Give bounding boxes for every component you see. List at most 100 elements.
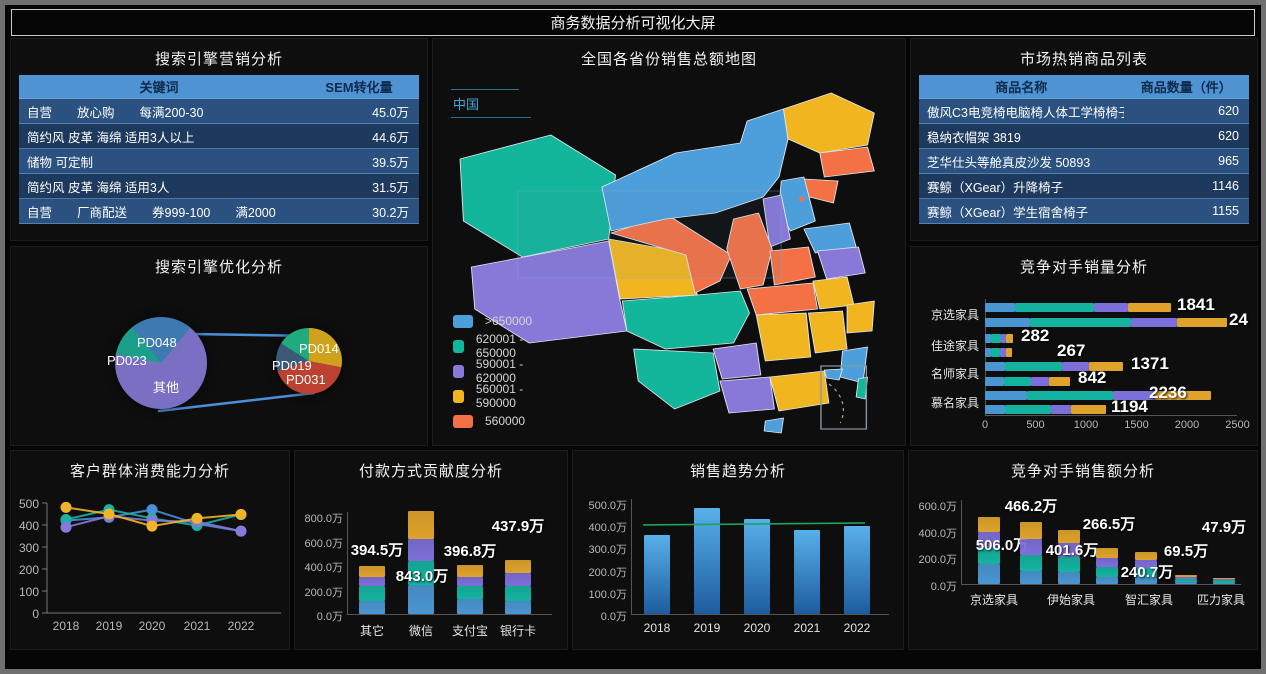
bar-segment — [1020, 522, 1042, 539]
axis-tick-label: 800.0万 — [297, 510, 343, 526]
row-key: 自营 放心购 每满200-30 — [19, 102, 299, 121]
table-header-row: 商品名称商品数量（件） — [919, 75, 1249, 99]
row-key: 赛鲸（XGear）学生宿舍椅子 — [919, 202, 1124, 221]
legend-swatch — [453, 390, 464, 403]
axis-tick-label: 2000 — [1171, 419, 1203, 431]
axis-tick-label: 400.0万 — [911, 525, 957, 541]
column-header: 商品数量（件） — [1124, 77, 1249, 96]
map-region[interactable] — [747, 283, 817, 315]
bar-segment — [457, 565, 483, 577]
bar-segment — [457, 599, 483, 614]
legend-item[interactable]: 620001 - 650000 — [453, 336, 525, 356]
bar-segment — [1000, 348, 1006, 357]
table-row: 芝华仕头等舱真皮沙发 50893965 — [919, 149, 1249, 174]
bar-segment — [1004, 377, 1031, 386]
seo-pie-chart: 其他PD023PD048PD014PD031PD019 — [11, 247, 427, 445]
row-value: 30.2万 — [299, 202, 419, 221]
bar-segment — [1094, 303, 1129, 312]
panel-title-hot: 市场热销商品列表 — [911, 39, 1257, 69]
row-value: 620 — [1124, 129, 1249, 143]
x-axis-label: 银行卡 — [483, 622, 553, 639]
x-axis-line — [347, 614, 552, 615]
axis-tick-label: 200.0万 — [297, 584, 343, 600]
map-region[interactable] — [634, 349, 720, 409]
bar-segment — [505, 573, 531, 586]
legend-label: 620001 - 650000 — [476, 332, 525, 360]
table-row: 简约风 皮革 海绵 适用3人以上44.6万 — [19, 124, 419, 149]
pie-slice-label: PD023 — [107, 353, 147, 368]
pie-slice-label: PD031 — [286, 372, 326, 387]
legend-label: 560001 - 590000 — [476, 382, 525, 410]
legend-item[interactable]: 560000 — [453, 411, 525, 431]
legend-swatch — [453, 340, 464, 353]
map-region[interactable] — [808, 311, 847, 353]
axis-tick-label: 0 — [11, 607, 39, 621]
map-region[interactable] — [847, 301, 874, 333]
bar-segment — [359, 586, 385, 601]
data-point — [61, 522, 72, 533]
row-key: 赛鲸（XGear）升降椅子 — [919, 177, 1124, 196]
axis-tick-label: 100 — [11, 585, 39, 599]
dashboard-frame: 商务数据分析可视化大屏 搜索引擎营销分析 关键词SEM转化量自营 放心购 每满2… — [0, 0, 1266, 674]
bar-segment — [978, 564, 1000, 584]
panel-sales-trend: 销售趋势分析 0.0万100.0万200.0万300.0万400.0万500.0… — [572, 450, 904, 650]
x-axis-label: 2022 — [223, 619, 259, 633]
data-point — [104, 509, 115, 520]
row-key: 简约风 皮革 海绵 适用3人以上 — [19, 127, 299, 146]
table-row: 简约风 皮革 海绵 适用3人31.5万 — [19, 174, 419, 199]
value-label: 437.9万 — [473, 515, 563, 536]
table-row: 稳纳衣帽架 3819620 — [919, 124, 1249, 149]
hot-products-table: 商品名称商品数量（件）傲风C3电竞椅电脑椅人体工学椅椅子620稳纳衣帽架 381… — [919, 75, 1249, 224]
map-region[interactable] — [813, 277, 854, 309]
legend-label: 560000 — [485, 414, 525, 428]
x-axis-label: 2021 — [179, 619, 215, 633]
bar-segment — [991, 348, 1001, 357]
map-region[interactable] — [713, 343, 761, 379]
legend-item[interactable]: >650000 — [453, 311, 532, 331]
category-label: 名师家具 — [911, 365, 979, 382]
axis-tick-label: 300 — [11, 541, 39, 555]
value-label: 282 — [1021, 326, 1049, 346]
value-label: 24 — [1229, 310, 1248, 330]
bar-segment — [1005, 405, 1050, 414]
map-region[interactable] — [764, 418, 783, 433]
x-axis-line — [961, 584, 1241, 585]
competitor-volume-chart: 京选家具佳途家具名师家具慕名家具184124282267137184222361… — [911, 247, 1257, 445]
map-region[interactable] — [784, 93, 875, 153]
row-value: 39.5万 — [299, 152, 419, 171]
data-point — [192, 513, 203, 524]
legend-item[interactable]: 560001 - 590000 — [453, 386, 525, 406]
legend-swatch — [453, 315, 473, 328]
value-label: 47.9万 — [1179, 516, 1258, 537]
panel-payment: 付款方式贡献度分析 0.0万200.0万400.0万600.0万800.0万39… — [294, 450, 568, 650]
bar-segment — [978, 517, 1000, 532]
panel-sem: 搜索引擎营销分析 关键词SEM转化量自营 放心购 每满200-3045.0万简约… — [10, 38, 428, 241]
bar-segment — [1006, 348, 1012, 357]
value-label: 396.8万 — [425, 540, 515, 561]
map-region[interactable] — [770, 371, 829, 411]
map-region[interactable] — [818, 247, 866, 279]
value-label: 842 — [1078, 368, 1106, 388]
bar-segment — [1027, 391, 1113, 400]
map-region[interactable] — [622, 291, 749, 349]
category-label: 佳途家具 — [911, 337, 979, 354]
value-label: 1194 — [1111, 397, 1148, 417]
bar-segment — [1006, 334, 1013, 343]
trend-line — [643, 523, 865, 525]
bar-segment — [408, 585, 434, 614]
map-region[interactable] — [756, 313, 810, 361]
sem-table: 关键词SEM转化量自营 放心购 每满200-3045.0万简约风 皮革 海绵 适… — [19, 75, 419, 224]
legend-item[interactable]: 590001 - 620000 — [453, 361, 525, 381]
axis-tick-label: 0.0万 — [911, 578, 957, 594]
table-row: 自营 厂商配送 券999-100 满200030.2万 — [19, 199, 419, 224]
value-label: 69.5万 — [1141, 540, 1231, 561]
customer-consumption-chart: 010020030040050020182019202020212022 — [11, 451, 289, 649]
map-region[interactable] — [720, 377, 774, 413]
table-row: 傲风C3电竞椅电脑椅人体工学椅椅子620 — [919, 99, 1249, 124]
bar-segment — [359, 601, 385, 614]
axis-tick-label: 2500 — [1222, 419, 1254, 431]
panel-seo: 搜索引擎优化分析 其他PD023PD048PD014PD031PD019 — [10, 246, 428, 446]
legend-label: >650000 — [485, 314, 532, 328]
bar-segment — [505, 586, 531, 600]
bar-segment — [985, 348, 991, 357]
